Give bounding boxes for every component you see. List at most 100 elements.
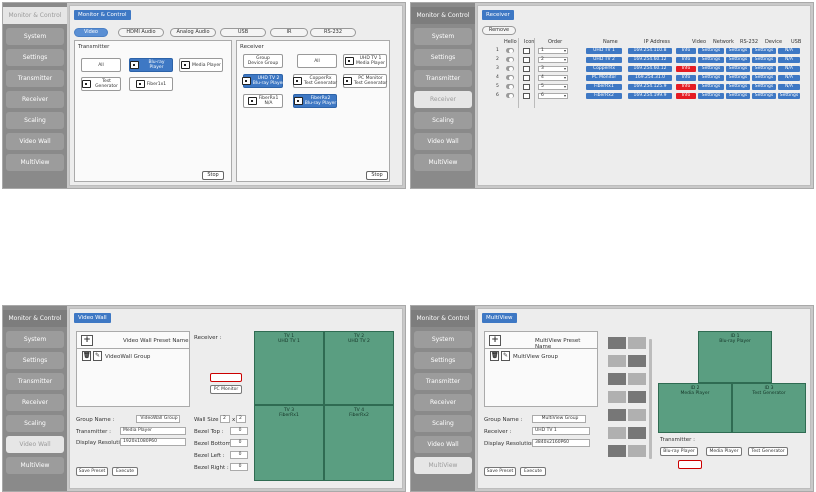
save-preset-button[interactable]: Save Preset xyxy=(484,467,516,476)
network-settings-button[interactable]: Settings xyxy=(698,75,724,81)
layout-thumbnail[interactable] xyxy=(628,391,646,403)
order-select[interactable]: 5 xyxy=(538,84,568,90)
usb-cell[interactable]: N/A xyxy=(778,84,800,90)
hello-toggle[interactable] xyxy=(506,84,514,89)
network-settings-button[interactable]: Settings xyxy=(698,66,724,72)
device-settings-button[interactable]: Settings xyxy=(752,75,776,81)
preset-item[interactable]: VideoWall Group xyxy=(105,354,150,360)
nav-transmitter[interactable]: Transmitter xyxy=(414,373,472,390)
hello-toggle[interactable] xyxy=(506,75,514,80)
layout-thumbnail[interactable] xyxy=(608,391,626,403)
trash-icon[interactable]: 🗑 xyxy=(490,351,499,361)
resolution-select[interactable]: 1920x1080P60 xyxy=(120,438,186,446)
add-preset-button[interactable]: + xyxy=(81,335,93,346)
nav-system[interactable]: System xyxy=(6,331,64,348)
nav-system[interactable]: System xyxy=(414,331,472,348)
wall-cell-tv1[interactable]: TV 1 UHD TV 1 xyxy=(254,331,324,405)
resolution-select[interactable]: 3840x2160P60 xyxy=(532,439,590,447)
group-name-input[interactable]: MultiView Group xyxy=(532,415,586,423)
wall-cell-tv2[interactable]: TV 2 UHD TV 2 xyxy=(324,331,394,405)
order-select[interactable]: 3 xyxy=(538,66,568,72)
rx-fiberrx[interactable]: FiberRx1 N/A xyxy=(243,94,283,108)
stop-tx-button[interactable]: Stop xyxy=(202,171,224,180)
pencil-icon[interactable]: ✎ xyxy=(501,351,510,361)
layout-thumbnail[interactable] xyxy=(608,355,626,367)
layout-thumbnail[interactable] xyxy=(608,337,626,349)
video-info-button[interactable]: Info xyxy=(676,75,696,81)
video-info-button[interactable]: Info xyxy=(676,48,696,54)
nav-receiver[interactable]: Receiver xyxy=(414,91,472,108)
nav-monitor-control[interactable]: Monitor & Control xyxy=(411,310,475,327)
hello-toggle[interactable] xyxy=(506,48,514,53)
layout-thumbnail[interactable] xyxy=(628,373,646,385)
video-info-button[interactable]: Info xyxy=(676,84,696,90)
thumbnail-scrollbar[interactable] xyxy=(649,339,652,459)
rs232-settings-button[interactable]: Settings xyxy=(726,75,750,81)
usb-cell[interactable]: N/A xyxy=(778,66,800,72)
hello-toggle[interactable] xyxy=(506,66,514,71)
layout-thumbnail[interactable] xyxy=(608,409,626,421)
rx-copper-button[interactable]: CopperRx xyxy=(210,373,242,382)
tx-media[interactable]: Media Player xyxy=(179,58,223,72)
nav-monitor-control[interactable]: Monitor & Control xyxy=(411,7,475,24)
usb-cell[interactable]: N/A xyxy=(778,48,800,54)
nav-monitor-control[interactable]: Monitor & Control xyxy=(3,310,67,327)
tab-ir[interactable]: IR xyxy=(270,28,308,37)
wall-size-rows[interactable]: 2 xyxy=(236,415,246,423)
nav-scaling[interactable]: Scaling xyxy=(414,112,472,129)
bezel-top-input[interactable]: 0 xyxy=(230,427,248,435)
rs232-settings-button[interactable]: Settings xyxy=(726,48,750,54)
bezel-right-input[interactable]: 0 xyxy=(230,463,248,471)
wall-size-cols[interactable]: 2 xyxy=(220,415,230,423)
execute-button[interactable]: Execute xyxy=(520,467,546,476)
receiver-select[interactable]: UHD TV 1 xyxy=(532,427,590,435)
nav-video-wall[interactable]: Video Wall xyxy=(6,133,64,150)
hello-toggle[interactable] xyxy=(506,57,514,62)
nav-system[interactable]: System xyxy=(414,28,472,45)
network-settings-button[interactable]: Settings xyxy=(698,48,724,54)
video-info-button[interactable]: Info xyxy=(676,57,696,63)
order-select[interactable]: 1 xyxy=(538,48,568,54)
layout-thumbnail[interactable] xyxy=(628,337,646,349)
usb-cell[interactable]: Settings xyxy=(778,93,800,99)
transmitter-select[interactable]: Media Player xyxy=(120,427,186,435)
network-settings-button[interactable]: Settings xyxy=(698,57,724,63)
order-select[interactable]: 6 xyxy=(538,93,568,99)
nav-transmitter[interactable]: Transmitter xyxy=(414,70,472,87)
rx-uhd1[interactable]: UHD TV 1 Media Player xyxy=(343,54,387,68)
stop-rx-button[interactable]: Stop xyxy=(366,171,388,180)
nav-video-wall[interactable]: Video Wall xyxy=(6,436,64,453)
nav-scaling[interactable]: Scaling xyxy=(6,112,64,129)
nav-settings[interactable]: Settings xyxy=(6,352,64,369)
layout-thumbnail[interactable] xyxy=(628,445,646,457)
tab-hdmi-audio[interactable]: HDMI Audio xyxy=(118,28,164,37)
tx-all[interactable]: All xyxy=(81,58,121,72)
execute-button[interactable]: Execute xyxy=(112,467,138,476)
nav-multiview[interactable]: MultiView xyxy=(6,154,64,171)
device-settings-button[interactable]: Settings xyxy=(752,48,776,54)
rx-group[interactable]: Group Device Group xyxy=(243,54,283,68)
tab-rs232[interactable]: RS-232 xyxy=(310,28,356,37)
nav-multiview[interactable]: MultiView xyxy=(414,457,472,474)
nav-scaling[interactable]: Scaling xyxy=(414,415,472,432)
rs232-settings-button[interactable]: Settings xyxy=(726,57,750,63)
hello-toggle[interactable] xyxy=(506,93,514,98)
preset-item[interactable]: MultiView Group xyxy=(513,354,558,360)
mv-window-1[interactable]: ID 1 Blu-ray Player xyxy=(698,331,772,383)
nav-multiview[interactable]: MultiView xyxy=(414,154,472,171)
group-name-input[interactable]: VideoWall Group xyxy=(136,415,180,423)
nav-video-wall[interactable]: Video Wall xyxy=(414,436,472,453)
device-settings-button[interactable]: Settings xyxy=(752,66,776,72)
nav-receiver[interactable]: Receiver xyxy=(414,394,472,411)
mv-window-3[interactable]: ID 3 Test Generator xyxy=(732,383,806,433)
nav-receiver[interactable]: Receiver xyxy=(6,91,64,108)
tx-test[interactable]: Test Generator xyxy=(81,77,121,91)
rx-all[interactable]: All xyxy=(297,54,337,68)
nav-system[interactable]: System xyxy=(6,28,64,45)
tab-usb[interactable]: USB xyxy=(220,28,266,37)
rx-pcmon[interactable]: PC Monitor Test Generator xyxy=(342,74,387,88)
nav-scaling[interactable]: Scaling xyxy=(6,415,64,432)
nav-receiver[interactable]: Receiver xyxy=(6,394,64,411)
network-settings-button[interactable]: Settings xyxy=(698,93,724,99)
usb-cell[interactable]: N/A xyxy=(778,75,800,81)
